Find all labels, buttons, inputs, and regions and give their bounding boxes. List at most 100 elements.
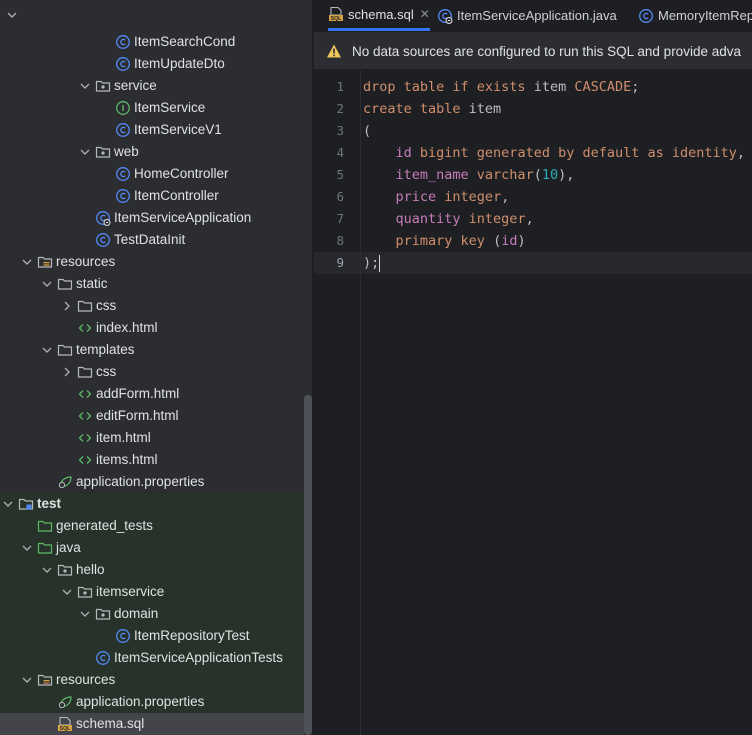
tree-item[interactable]: test xyxy=(0,493,304,515)
tree-item-label: addForm.html xyxy=(96,386,180,401)
tree-item-label: hello xyxy=(76,562,105,577)
chevron-down-icon[interactable] xyxy=(20,669,34,691)
chevron-down-icon[interactable] xyxy=(40,273,54,295)
code-line[interactable]: price integer, xyxy=(363,186,510,208)
chevron-down-icon[interactable] xyxy=(40,339,54,361)
code-area[interactable]: drop table if exists item CASCADE; create… xyxy=(361,70,752,735)
tree-item[interactable]: domain xyxy=(0,603,304,625)
tree-item[interactable]: HomeController xyxy=(0,163,304,185)
package-icon xyxy=(57,562,73,578)
tree-item-label: service xyxy=(114,78,157,93)
chevron-down-icon[interactable] xyxy=(78,141,92,163)
tree-item[interactable]: ItemUpdateDto xyxy=(0,53,304,75)
chevron-down-icon[interactable] xyxy=(20,251,34,273)
tab-label: schema.sql xyxy=(348,6,414,22)
tab-label: MemoryItemRepo xyxy=(658,8,752,23)
test-folder-icon xyxy=(37,540,53,556)
line-number: 1 xyxy=(336,79,344,94)
tree-item[interactable]: generated_tests xyxy=(0,515,304,537)
chevron-down-icon[interactable] xyxy=(78,75,92,97)
tab-itemserviceapplication[interactable]: ItemServiceApplication.java xyxy=(437,0,617,31)
chevron-down-icon[interactable] xyxy=(5,8,19,27)
tab-schema-sql[interactable]: SQL schema.sql ✕ xyxy=(328,0,430,31)
tree-item[interactable]: SQL schema.sql xyxy=(0,713,304,735)
tree-item[interactable]: addForm.html xyxy=(0,383,304,405)
class-icon xyxy=(115,122,131,138)
chevron-right-icon[interactable] xyxy=(60,295,74,317)
tree-item[interactable]: items.html xyxy=(0,449,304,471)
tree-item-label: domain xyxy=(114,606,159,621)
tree-item[interactable]: ItemRepositoryTest xyxy=(0,625,304,647)
line-number: 6 xyxy=(336,189,344,204)
code-line[interactable]: primary key (id) xyxy=(363,230,526,252)
tree-scrollbar[interactable] xyxy=(304,395,312,735)
tree-item[interactable]: index.html xyxy=(0,317,304,339)
code-line[interactable]: id bigint generated by default as identi… xyxy=(363,142,746,164)
properties-icon xyxy=(57,474,73,490)
tree-item[interactable]: templates xyxy=(0,339,304,361)
tab-label: ItemServiceApplication.java xyxy=(457,8,617,23)
code-line[interactable]: item_name varchar(10), xyxy=(363,164,575,186)
chevron-down-icon[interactable] xyxy=(20,537,34,559)
class-icon xyxy=(95,232,111,248)
tree-item-label: css xyxy=(96,298,117,313)
html-icon xyxy=(77,430,93,446)
code-line[interactable]: ); xyxy=(363,252,381,274)
tree-item[interactable]: ItemService xyxy=(0,97,304,119)
tab-memoryitemrepository[interactable]: MemoryItemRepo xyxy=(638,0,752,31)
code-line[interactable]: drop table if exists item CASCADE; xyxy=(363,76,639,98)
tree-item[interactable]: TestDataInit xyxy=(0,229,304,251)
package-icon xyxy=(95,606,111,622)
tree-item[interactable]: resources xyxy=(0,251,304,273)
tree-item[interactable]: application.properties xyxy=(0,691,304,713)
tree-item[interactable]: itemservice xyxy=(0,581,304,603)
chevron-right-icon[interactable] xyxy=(60,361,74,383)
tree-item[interactable]: css xyxy=(0,361,304,383)
tree-item[interactable]: web xyxy=(0,141,304,163)
tree-item-label: test xyxy=(37,496,62,511)
tree-item-label: itemservice xyxy=(96,584,165,599)
tree-item[interactable]: java xyxy=(0,537,304,559)
tree-item-label: ItemSearchCond xyxy=(134,34,236,49)
tree-item-label: ItemServiceApplicationTests xyxy=(114,650,283,665)
chevron-down-icon[interactable] xyxy=(40,559,54,581)
tree-item[interactable]: static xyxy=(0,273,304,295)
tree-item-label: items.html xyxy=(96,452,158,467)
tree-item[interactable]: resources xyxy=(0,669,304,691)
spring-app-icon xyxy=(437,8,453,24)
properties-icon xyxy=(57,694,73,710)
folder-icon xyxy=(77,364,93,380)
tree-item-label: resources xyxy=(56,672,116,687)
tree-item-label: templates xyxy=(76,342,135,357)
chevron-down-icon[interactable] xyxy=(78,603,92,625)
tree-item[interactable]: ItemServiceApplication xyxy=(0,207,304,229)
folder-icon xyxy=(77,298,93,314)
chevron-down-icon[interactable] xyxy=(1,493,15,515)
class-icon xyxy=(115,166,131,182)
code-line[interactable]: ( xyxy=(363,120,371,142)
tree-item[interactable]: ItemServiceApplicationTests xyxy=(0,647,304,669)
spring-app-icon xyxy=(95,210,111,226)
code-line[interactable]: create table item xyxy=(363,98,501,120)
tree-item[interactable]: application.properties xyxy=(0,471,304,493)
tree-item[interactable]: ItemServiceV1 xyxy=(0,119,304,141)
line-number: 5 xyxy=(336,167,344,182)
chevron-down-icon[interactable] xyxy=(60,581,74,603)
text-caret xyxy=(379,254,381,272)
tree-item[interactable]: hello xyxy=(0,559,304,581)
line-number: 2 xyxy=(336,101,344,116)
tree-item[interactable]: editForm.html xyxy=(0,405,304,427)
tree-item-label: schema.sql xyxy=(76,716,145,731)
tree-item[interactable]: css xyxy=(0,295,304,317)
package-icon xyxy=(95,144,111,160)
tree-item[interactable]: ItemController xyxy=(0,185,304,207)
svg-text:SQL: SQL xyxy=(331,16,342,22)
test-module-icon xyxy=(18,496,34,512)
code-line[interactable]: quantity integer, xyxy=(363,208,534,230)
close-icon[interactable]: ✕ xyxy=(420,7,430,21)
tree-item[interactable]: ItemSearchCond xyxy=(0,31,304,53)
tree-item[interactable]: service xyxy=(0,75,304,97)
package-icon xyxy=(95,78,111,94)
tree-item[interactable]: item.html xyxy=(0,427,304,449)
class-icon xyxy=(638,8,654,24)
